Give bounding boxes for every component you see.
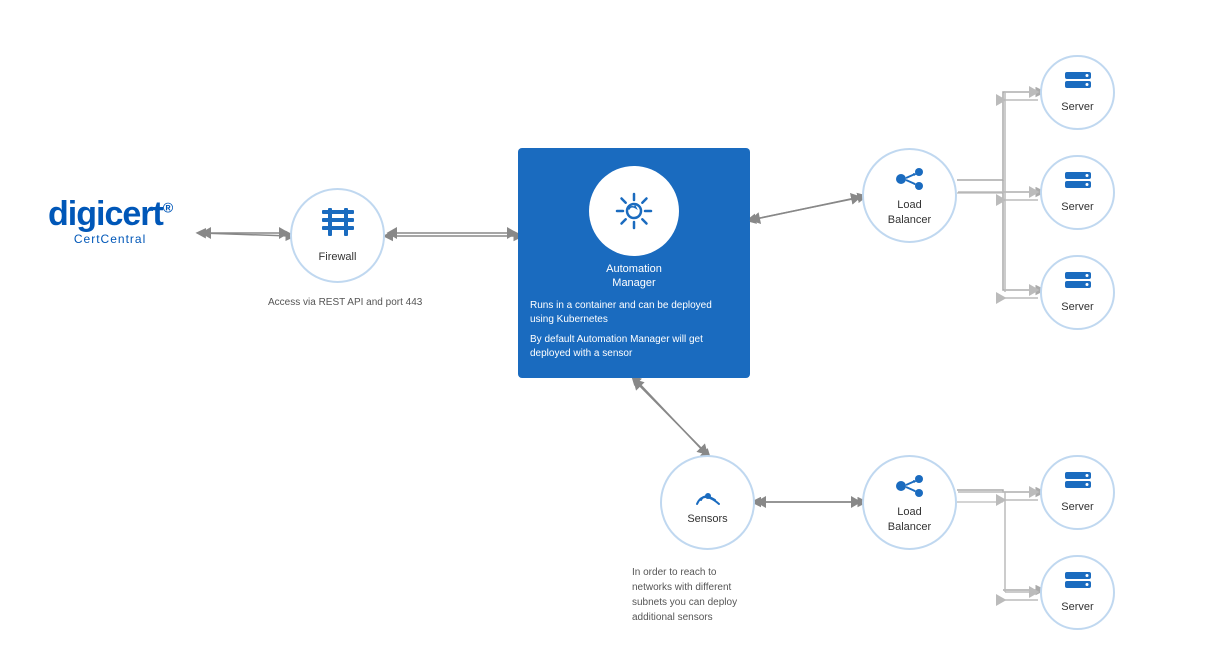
logo-brand: digicert® — [48, 195, 172, 234]
server-s3-node: Server — [1040, 255, 1115, 330]
lb-bottom-label: LoadBalancer — [888, 505, 931, 534]
server-s1-label: Server — [1061, 100, 1093, 114]
load-balancer-top-node: LoadBalancer — [862, 148, 957, 243]
firewall-annotation: Access via REST API and port 443 — [268, 295, 422, 310]
digicert-logo: digicert® CertCentral — [48, 195, 172, 246]
load-balancer-bottom-icon — [891, 471, 929, 501]
server-s2-label: Server — [1061, 200, 1093, 214]
sensors-label: Sensors — [687, 512, 727, 526]
load-balancer-top-icon — [891, 164, 929, 194]
lb-top-label: LoadBalancer — [888, 198, 931, 227]
server-s4-icon — [1062, 470, 1094, 496]
server-s4-node: Server — [1040, 455, 1115, 530]
server-s3-icon — [1062, 270, 1094, 296]
automation-manager-circle — [589, 166, 679, 256]
server-s3-label: Server — [1061, 300, 1093, 314]
server-s5-icon — [1062, 570, 1094, 596]
server-s5-label: Server — [1061, 600, 1093, 614]
firewall-label: Firewall — [319, 250, 357, 264]
server-s2-node: Server — [1040, 155, 1115, 230]
server-s4-label: Server — [1061, 500, 1093, 514]
sensors-node: Sensors — [660, 455, 755, 550]
server-s2-icon — [1062, 170, 1094, 196]
sensors-annotation: In order to reach tonetworks with differ… — [632, 565, 737, 625]
logo-certcentral: CertCentral — [48, 232, 172, 246]
firewall-icon — [320, 206, 356, 246]
server-s1-node: Server — [1040, 55, 1115, 130]
gear-icon — [614, 191, 654, 231]
am-desc2: By default Automation Manager will get d… — [518, 331, 750, 365]
automation-manager-label: AutomationManager — [606, 262, 662, 291]
load-balancer-bottom-node: LoadBalancer — [862, 455, 957, 550]
server-s1-icon — [1062, 70, 1094, 96]
server-s5-node: Server — [1040, 555, 1115, 630]
automation-manager-box: AutomationManager Runs in a container an… — [518, 148, 750, 378]
am-desc1: Runs in a container and can be deployed … — [518, 291, 750, 331]
sensor-icon — [690, 478, 726, 508]
firewall-node: Firewall — [290, 188, 385, 283]
